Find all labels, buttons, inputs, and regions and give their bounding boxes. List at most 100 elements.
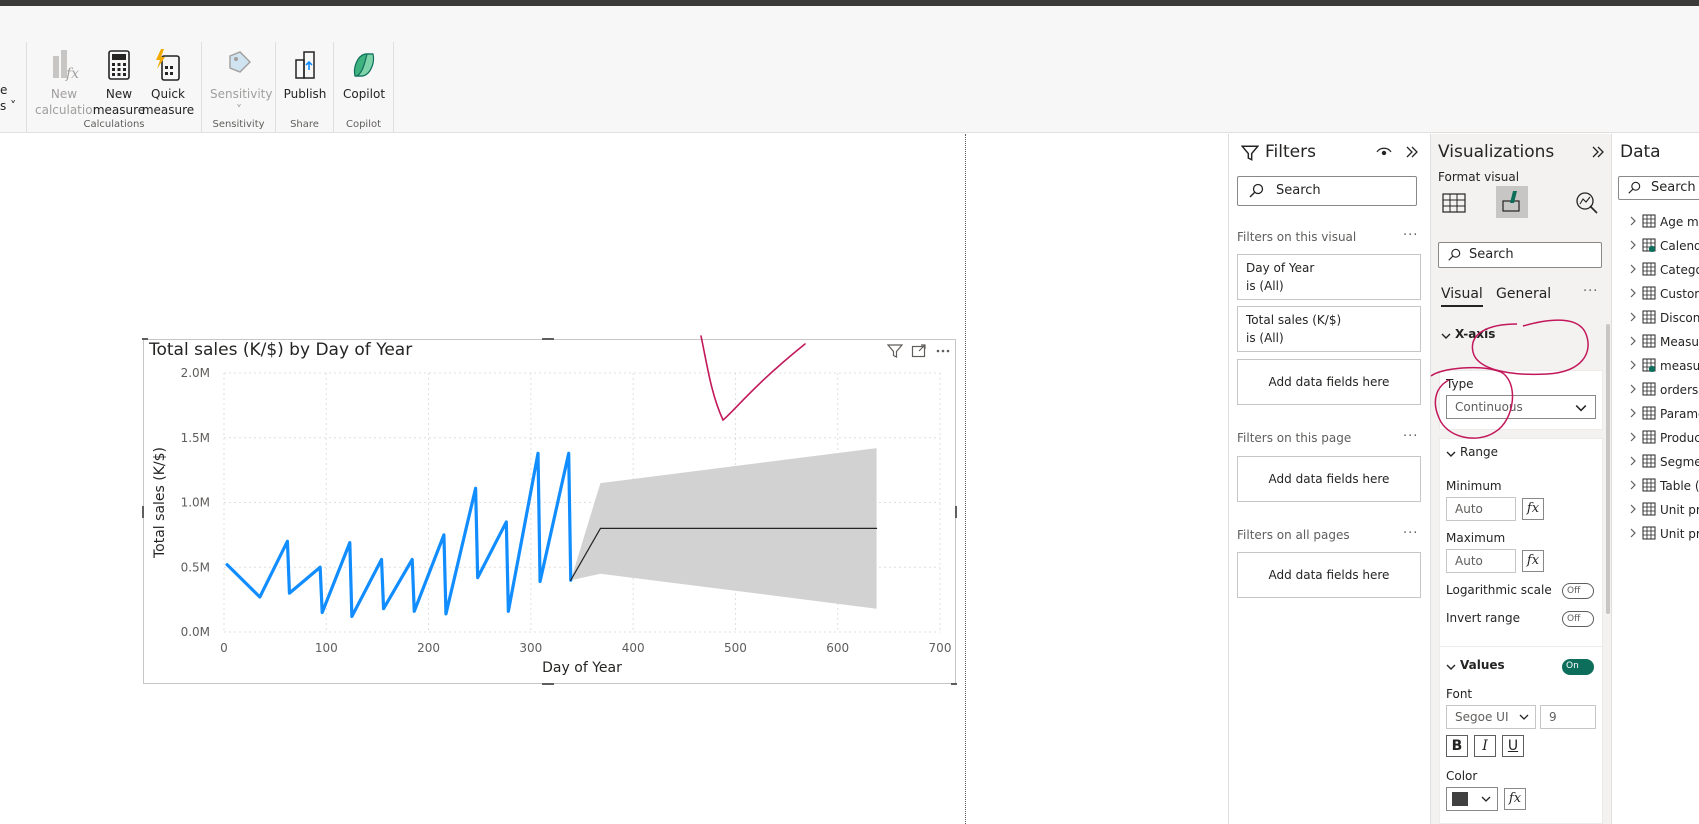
format-paintbrush-icon bbox=[1502, 191, 1520, 212]
minimum-fx-button[interactable]: fx bbox=[1522, 498, 1544, 520]
tab-general[interactable]: General bbox=[1496, 286, 1551, 302]
resize-handle-right[interactable] bbox=[955, 506, 957, 518]
x-tick-label: 500 bbox=[724, 641, 747, 655]
resize-handle-bottom[interactable] bbox=[542, 683, 554, 685]
filter-card-total-sales[interactable]: Total sales (K/$) is (All) bbox=[1237, 306, 1421, 352]
add-data-fields-all-pages[interactable]: Add data fields here bbox=[1237, 552, 1421, 598]
pen-annotation bbox=[1430, 319, 1589, 439]
resize-handle-top[interactable] bbox=[542, 338, 554, 340]
invert-range-toggle[interactable]: Off bbox=[1562, 611, 1594, 627]
eye-icon[interactable] bbox=[1376, 146, 1392, 158]
quick-measure-button[interactable]: Quick measure bbox=[139, 48, 197, 118]
x-tick-label: 400 bbox=[622, 641, 645, 655]
filter-card-day-of-year[interactable]: Day of Year is (All) bbox=[1237, 254, 1421, 300]
copilot-button[interactable]: Copilot bbox=[335, 48, 393, 102]
color-picker[interactable] bbox=[1446, 787, 1498, 811]
ribbon-group-label: Copilot bbox=[345, 119, 382, 130]
table-icon bbox=[1642, 286, 1656, 300]
data-table-item[interactable]: Custom bbox=[1628, 286, 1699, 301]
color-fx-button[interactable]: fx bbox=[1504, 788, 1526, 810]
underline-button[interactable]: U bbox=[1502, 735, 1524, 757]
analytics-icon[interactable] bbox=[1574, 190, 1600, 216]
table-icon bbox=[1642, 430, 1656, 444]
table-icon bbox=[1642, 382, 1656, 396]
filters-search-input[interactable]: Search bbox=[1237, 176, 1417, 206]
visualizations-title: Visualizations bbox=[1438, 142, 1555, 162]
data-table-item[interactable]: Measure bbox=[1628, 334, 1699, 349]
data-table-name: measure bbox=[1660, 359, 1699, 373]
ribbon-partial-label[interactable]: e s ˅ bbox=[0, 82, 16, 114]
search-icon bbox=[1628, 181, 1641, 194]
data-table-item[interactable]: measure bbox=[1628, 358, 1699, 373]
data-table-name: Paramet bbox=[1660, 407, 1699, 421]
resize-handle-left[interactable] bbox=[142, 506, 144, 518]
chevron-right-icon bbox=[1630, 336, 1636, 346]
data-table-item[interactable]: Table (2 bbox=[1628, 478, 1699, 493]
data-table-item[interactable]: Product bbox=[1628, 430, 1699, 445]
data-table-item[interactable]: Categor bbox=[1628, 262, 1699, 277]
log-scale-toggle[interactable]: Off bbox=[1562, 583, 1594, 599]
pane-scrollbar[interactable] bbox=[1606, 324, 1610, 614]
format-visual-tab[interactable] bbox=[1496, 186, 1528, 218]
visual-header-actions bbox=[887, 343, 951, 359]
filter-icon[interactable] bbox=[887, 343, 903, 359]
minimum-input[interactable]: Auto bbox=[1446, 497, 1516, 521]
publish-button[interactable]: Publish bbox=[276, 48, 334, 102]
new-calculation-button[interactable]: fx New calculation bbox=[35, 48, 100, 118]
values-toggle[interactable]: On bbox=[1562, 659, 1594, 675]
data-table-item[interactable]: Unit pric bbox=[1628, 502, 1699, 517]
sensitivity-button[interactable]: Sensitivity ˅ bbox=[210, 48, 272, 118]
focus-mode-icon[interactable] bbox=[911, 343, 927, 359]
ribbon-group-label: Sensitivity bbox=[212, 119, 265, 130]
data-table-name: Calenda bbox=[1660, 239, 1699, 253]
y-tick-label: 1.0M bbox=[181, 496, 210, 510]
data-table-item[interactable]: orders bbox=[1628, 382, 1698, 397]
more-options-icon[interactable]: ··· bbox=[1583, 284, 1598, 299]
data-table-item[interactable]: Unit pric bbox=[1628, 526, 1699, 541]
maximum-input[interactable]: Auto bbox=[1446, 549, 1516, 573]
y-tick-label: 1.5M bbox=[181, 431, 210, 445]
collapse-pane-icon[interactable] bbox=[1405, 145, 1419, 159]
more-options-icon[interactable]: ··· bbox=[1403, 228, 1418, 243]
table-icon bbox=[1642, 358, 1656, 373]
add-data-fields-page[interactable]: Add data fields here bbox=[1237, 456, 1421, 502]
more-options-icon[interactable]: ··· bbox=[1403, 526, 1418, 541]
data-search-input[interactable]: Search bbox=[1618, 176, 1699, 200]
ribbon-group-label: Share bbox=[290, 119, 319, 130]
build-visual-icon[interactable] bbox=[1441, 190, 1467, 216]
y-axis-title: Total sales (K/$) bbox=[152, 447, 168, 559]
log-scale-label: Logarithmic scale bbox=[1446, 583, 1552, 597]
font-family-dropdown[interactable]: Segoe UI bbox=[1446, 705, 1536, 729]
maximum-fx-button[interactable]: fx bbox=[1522, 550, 1544, 572]
data-table-item[interactable]: Segmen bbox=[1628, 454, 1699, 469]
copilot-icon bbox=[353, 53, 375, 77]
data-title: Data bbox=[1620, 142, 1661, 162]
table-icon bbox=[1642, 454, 1656, 468]
resize-handle-corner[interactable] bbox=[142, 338, 148, 340]
italic-button[interactable]: I bbox=[1474, 735, 1496, 757]
data-table-item[interactable]: Age ma bbox=[1628, 214, 1699, 229]
chevron-down-icon bbox=[1446, 664, 1456, 670]
table-icon bbox=[1642, 310, 1656, 324]
data-table-item[interactable]: Paramet bbox=[1628, 406, 1699, 421]
font-label: Font bbox=[1446, 687, 1473, 701]
data-table-name: Product bbox=[1660, 431, 1699, 445]
sensitivity-label-icon bbox=[229, 51, 251, 73]
values-section-header[interactable]: Values bbox=[1440, 657, 1560, 679]
data-table-name: orders bbox=[1660, 383, 1699, 397]
data-table-name: Segmen bbox=[1660, 455, 1699, 469]
data-table-item[interactable]: Disconn bbox=[1628, 310, 1699, 325]
bold-button[interactable]: B bbox=[1446, 735, 1468, 757]
chevron-right-icon bbox=[1630, 288, 1636, 298]
viz-search-input[interactable]: Search bbox=[1438, 242, 1602, 268]
invert-range-label: Invert range bbox=[1446, 611, 1520, 625]
x-tick-label: 700 bbox=[929, 641, 952, 655]
add-data-fields-visual[interactable]: Add data fields here bbox=[1237, 359, 1421, 405]
collapse-pane-icon[interactable] bbox=[1591, 145, 1605, 159]
resize-handle-corner[interactable] bbox=[951, 683, 957, 685]
font-size-stepper[interactable]: 9 bbox=[1540, 705, 1596, 729]
data-table-item[interactable]: Calenda bbox=[1628, 238, 1699, 253]
more-options-icon[interactable] bbox=[935, 343, 951, 359]
ribbon: e s ˅ fx New calculation New measure Qui… bbox=[0, 6, 1699, 133]
line-chart-visual[interactable]: Total sales (K/$) by Day of Year 0.0M 0.5… bbox=[142, 338, 957, 685]
